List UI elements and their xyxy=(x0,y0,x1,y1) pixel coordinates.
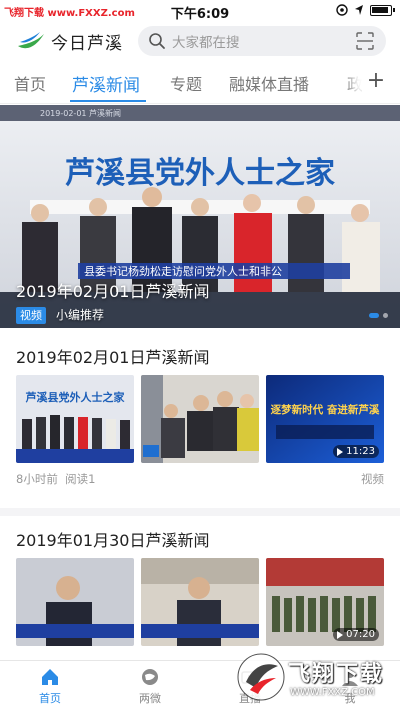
status-icons xyxy=(336,4,395,16)
tab-luxi-news[interactable]: 芦溪新闻 xyxy=(72,71,140,96)
hero-video-tag: 视频 xyxy=(16,307,46,324)
thumbnail-caption: 逐梦新时代 奋进新芦溪 xyxy=(271,403,380,416)
app-name: 今日芦溪 xyxy=(51,33,123,54)
news-title: 2019年01月30日芦溪新闻 xyxy=(16,531,210,550)
channel-tabs: 首页 芦溪新闻 专题 融媒体直播 政 + xyxy=(0,64,400,104)
video-duration: 07:20 xyxy=(346,629,375,640)
search-bar[interactable]: 大家都在搜 xyxy=(138,26,386,56)
video-duration-badge: 11:23 xyxy=(333,445,379,458)
thumbnail-image xyxy=(141,558,259,646)
news-read-count: 阅读1 xyxy=(65,472,96,486)
tab-media-live[interactable]: 融媒体直播 xyxy=(229,71,309,95)
news-thumbnail[interactable]: 逐梦新时代 奋进新芦溪 11:23 xyxy=(266,375,384,463)
location-icon xyxy=(336,4,348,16)
home-icon xyxy=(42,669,58,685)
nav-label: 首页 xyxy=(39,692,61,705)
news-item[interactable]: 2019年02月01日芦溪新闻 芦溪县党外人士之家 逐梦新时代 奋进新芦溪 11… xyxy=(16,344,384,504)
watermark-logo-icon xyxy=(237,653,285,701)
logo-leaf-icon xyxy=(18,32,44,49)
news-thumbnail[interactable] xyxy=(141,558,259,646)
hero-banner[interactable]: 2019-02-01 芦溪新闻 芦溪县党外人士之家 县委书记杨劲松走访慰问党外人… xyxy=(0,105,400,328)
news-thumbnail[interactable] xyxy=(141,375,259,463)
thumbnail-image xyxy=(141,375,259,463)
news-title: 2019年02月01日芦溪新闻 xyxy=(16,348,210,367)
battery-icon xyxy=(370,4,395,16)
tab-politics[interactable]: 政 xyxy=(347,71,363,95)
tab-home[interactable]: 首页 xyxy=(14,71,46,95)
app-logo: 今日芦溪 xyxy=(16,28,123,54)
nav-label: 两微 xyxy=(139,692,161,705)
search-placeholder: 大家都在搜 xyxy=(172,35,240,51)
hero-title: 2019年02月01日芦溪新闻 xyxy=(16,282,210,301)
hero-subtitle: 小编推荐 xyxy=(56,308,105,322)
news-thumbnails: 芦溪县党外人士之家 逐梦新时代 奋进新芦溪 11:23 xyxy=(16,375,384,465)
nav-home[interactable]: 首页 xyxy=(20,667,80,706)
watermark-url: WWW.FXXZ.COM xyxy=(290,687,375,698)
thumbnail-sign-text: 芦溪县党外人士之家 xyxy=(26,390,126,404)
watermark: 飞翔下载 WWW.FXXZ.COM xyxy=(236,650,386,706)
add-channel-button[interactable]: + xyxy=(362,68,390,96)
news-item[interactable]: 2019年01月30日芦溪新闻 07:20 xyxy=(16,527,384,657)
carousel-dot xyxy=(383,313,388,318)
news-thumbnails: 07:20 xyxy=(16,558,384,648)
status-bar: 飞翔下载 www.FXXZ.com 下午6:09 xyxy=(0,0,400,22)
play-icon xyxy=(337,447,344,456)
nav-social[interactable]: 两微 xyxy=(120,667,180,706)
hero-banner-text: 县委书记杨劲松走访慰问党外人士和非公 xyxy=(84,264,282,278)
play-icon xyxy=(337,630,344,639)
scan-icon[interactable] xyxy=(356,32,374,50)
location-arrow-icon xyxy=(355,5,363,15)
news-meta: 8小时前 阅读1 视频 xyxy=(16,471,384,487)
thumbnail-image: 芦溪县党外人士之家 xyxy=(16,375,134,463)
header: 今日芦溪 大家都在搜 xyxy=(0,24,400,60)
news-thumbnail[interactable]: 07:20 xyxy=(266,558,384,646)
watermark-text: 飞翔下载 xyxy=(288,662,385,687)
hero-sign-text: 芦溪县党外人士之家 xyxy=(65,156,335,191)
tab-indicator xyxy=(70,100,146,102)
carousel-dots xyxy=(369,313,388,318)
section-divider xyxy=(0,508,400,516)
news-time-ago: 8小时前 xyxy=(16,472,58,486)
news-type: 视频 xyxy=(361,472,384,486)
video-duration: 11:23 xyxy=(346,446,375,457)
thumbnail-image xyxy=(16,558,134,646)
search-icon xyxy=(149,33,165,49)
video-duration-badge: 07:20 xyxy=(333,628,379,641)
planet-icon xyxy=(142,669,158,685)
tab-topics[interactable]: 专题 xyxy=(170,71,202,95)
news-thumbnail[interactable]: 芦溪县党外人士之家 xyxy=(16,375,134,463)
carousel-dot-active xyxy=(369,313,379,318)
news-thumbnail[interactable] xyxy=(16,558,134,646)
svg-text:2019-02-01 芦溪新闻: 2019-02-01 芦溪新闻 xyxy=(40,108,121,118)
